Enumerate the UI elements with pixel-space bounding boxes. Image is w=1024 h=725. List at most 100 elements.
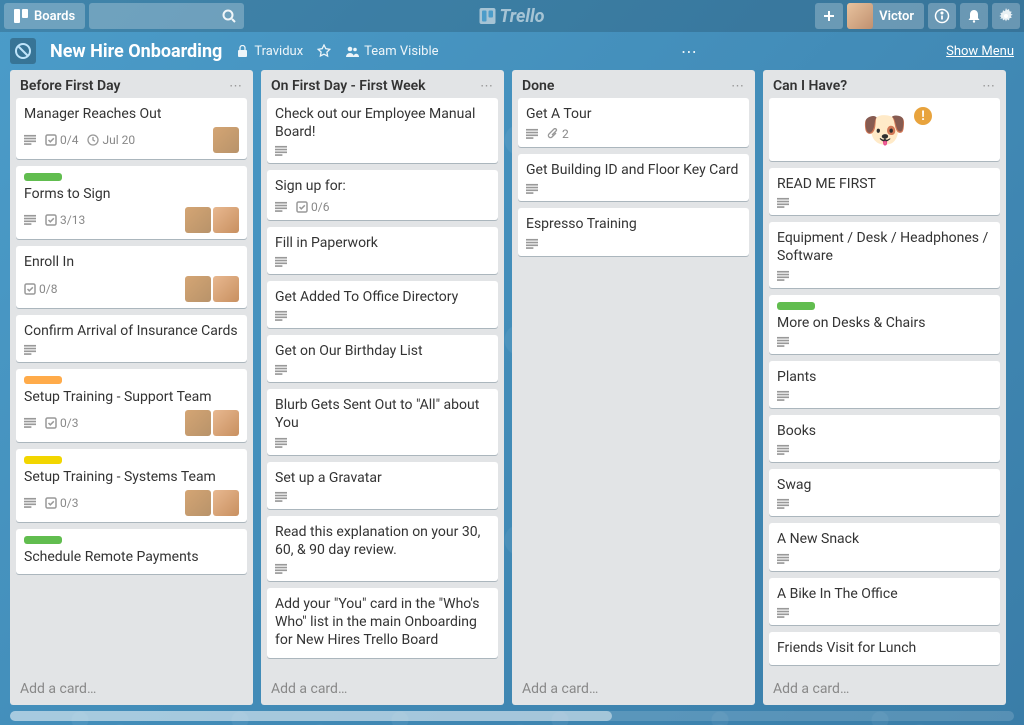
description-icon: [24, 134, 36, 146]
team-link[interactable]: Travidux: [236, 44, 303, 59]
list-menu-button[interactable]: ⋯: [480, 79, 494, 94]
card-title: Manager Reaches Out: [24, 105, 239, 123]
description-icon: [777, 336, 789, 348]
list-menu-button[interactable]: ⋯: [229, 79, 243, 94]
user-menu[interactable]: Victor: [847, 3, 924, 29]
description-icon: [275, 437, 287, 449]
add-card-button[interactable]: Add a card…: [261, 673, 504, 705]
card-badges: [777, 553, 992, 565]
member-avatar[interactable]: [185, 207, 211, 233]
settings-button[interactable]: [992, 3, 1020, 29]
card[interactable]: Equipment / Desk / Headphones / Software: [769, 222, 1000, 287]
card[interactable]: Espresso Training: [518, 208, 749, 255]
member-avatar[interactable]: [185, 490, 211, 516]
card[interactable]: READ ME FIRST: [769, 168, 1000, 215]
list-title[interactable]: Can I Have?: [773, 78, 847, 94]
card-title: Swag: [777, 476, 992, 494]
list-cards: Check out our Employee Manual Board! Sign…: [261, 98, 504, 673]
user-avatar: [847, 3, 873, 29]
card[interactable]: Blurb Gets Sent Out to "All" about You: [267, 389, 498, 454]
card[interactable]: Swag: [769, 469, 1000, 516]
card[interactable]: Fill in Paperwork: [267, 227, 498, 274]
card-badges: 0/8: [24, 276, 239, 302]
card[interactable]: Plants: [769, 361, 1000, 408]
add-button[interactable]: [815, 3, 843, 29]
board-canvas[interactable]: Before First Day ⋯ Manager Reaches Out0/4J…: [0, 70, 1024, 715]
member-avatar[interactable]: [213, 207, 239, 233]
card[interactable]: A Bike In The Office: [769, 578, 1000, 625]
card[interactable]: Setup Training - Systems Team0/3: [16, 449, 247, 522]
add-card-button[interactable]: Add a card…: [512, 673, 755, 705]
card[interactable]: Friends Visit for Lunch: [769, 632, 1000, 665]
card-title: Check out our Employee Manual Board!: [275, 105, 490, 141]
card-title: A New Snack: [777, 530, 992, 548]
card[interactable]: 🐶!: [769, 98, 1000, 161]
add-card-button[interactable]: Add a card…: [763, 673, 1006, 705]
card[interactable]: Check out our Employee Manual Board!: [267, 98, 498, 163]
member-avatar[interactable]: [213, 127, 239, 153]
list-title[interactable]: Before First Day: [20, 78, 120, 94]
logo-text: Trello: [500, 6, 545, 27]
team-icon: [236, 45, 249, 58]
scrollbar-thumb[interactable]: [10, 711, 612, 721]
description-icon: [275, 145, 287, 157]
add-card-button[interactable]: Add a card…: [10, 673, 253, 705]
card[interactable]: Books: [769, 415, 1000, 462]
trello-logo[interactable]: Trello: [480, 6, 545, 27]
search-input[interactable]: [89, 3, 244, 29]
card[interactable]: More on Desks & Chairs: [769, 295, 1000, 354]
star-button[interactable]: [317, 44, 331, 58]
list-cards: Get A Tour2 Get Building ID and Floor Key…: [512, 98, 755, 673]
list-menu-button[interactable]: ⋯: [982, 79, 996, 94]
list-cards: Manager Reaches Out0/4Jul 20 Forms to Sig…: [10, 98, 253, 673]
card-badges: 0/3: [24, 410, 239, 436]
card-badges: 3/13: [24, 207, 239, 233]
card[interactable]: A New Snack: [769, 523, 1000, 570]
notifications-button[interactable]: [960, 3, 988, 29]
card-title: Fill in Paperwork: [275, 234, 490, 252]
card[interactable]: Get Added To Office Directory: [267, 281, 498, 328]
card[interactable]: Setup Training - Support Team0/3: [16, 369, 247, 442]
member-avatar[interactable]: [213, 410, 239, 436]
board-icon[interactable]: [10, 38, 36, 64]
boards-button[interactable]: Boards: [4, 3, 85, 29]
member-avatar[interactable]: [185, 410, 211, 436]
card[interactable]: Schedule Remote Payments: [16, 529, 247, 574]
card-badges: [275, 310, 490, 322]
card[interactable]: Get A Tour2: [518, 98, 749, 147]
card-title: Read this explanation on your 30, 60, & …: [275, 523, 490, 559]
card[interactable]: Manager Reaches Out0/4Jul 20: [16, 98, 247, 159]
member-avatar[interactable]: [185, 276, 211, 302]
member-avatar[interactable]: [213, 276, 239, 302]
label-green: [24, 173, 62, 181]
card[interactable]: Enroll In0/8: [16, 246, 247, 307]
card[interactable]: Get on Our Birthday List: [267, 335, 498, 382]
list-title[interactable]: On First Day - First Week: [271, 78, 426, 94]
card[interactable]: Get Building ID and Floor Key Card: [518, 154, 749, 201]
list-cards: 🐶! READ ME FIRST Equipment / Desk / Headph…: [763, 98, 1006, 673]
card-members: [213, 127, 239, 153]
card[interactable]: Confirm Arrival of Insurance Cards: [16, 315, 247, 362]
card[interactable]: Sign up for:0/6: [267, 170, 498, 219]
show-menu-link[interactable]: Show Menu: [946, 44, 1014, 59]
card-badges: [777, 607, 992, 619]
card[interactable]: Add your "You" card in the "Who's Who" l…: [267, 588, 498, 658]
card-members: [185, 207, 239, 233]
card[interactable]: Set up a Gravatar: [267, 462, 498, 509]
list: Done ⋯ Get A Tour2 Get Building ID and Floo…: [512, 70, 755, 705]
checklist-badge: 0/3: [45, 496, 78, 510]
card-title: Confirm Arrival of Insurance Cards: [24, 322, 239, 340]
member-avatar[interactable]: [213, 490, 239, 516]
card-title: Blurb Gets Sent Out to "All" about You: [275, 396, 490, 432]
board-title[interactable]: New Hire Onboarding: [50, 41, 222, 62]
card-title: More on Desks & Chairs: [777, 314, 992, 332]
description-icon: [24, 417, 36, 429]
visibility-button[interactable]: Team Visible: [345, 44, 438, 59]
list-menu-button[interactable]: ⋯: [731, 79, 745, 94]
list-title[interactable]: Done: [522, 78, 554, 94]
info-button[interactable]: [928, 3, 956, 29]
card[interactable]: Forms to Sign3/13: [16, 166, 247, 239]
card[interactable]: Read this explanation on your 30, 60, & …: [267, 516, 498, 581]
horizontal-scrollbar[interactable]: [10, 711, 1014, 721]
description-icon: [275, 491, 287, 503]
